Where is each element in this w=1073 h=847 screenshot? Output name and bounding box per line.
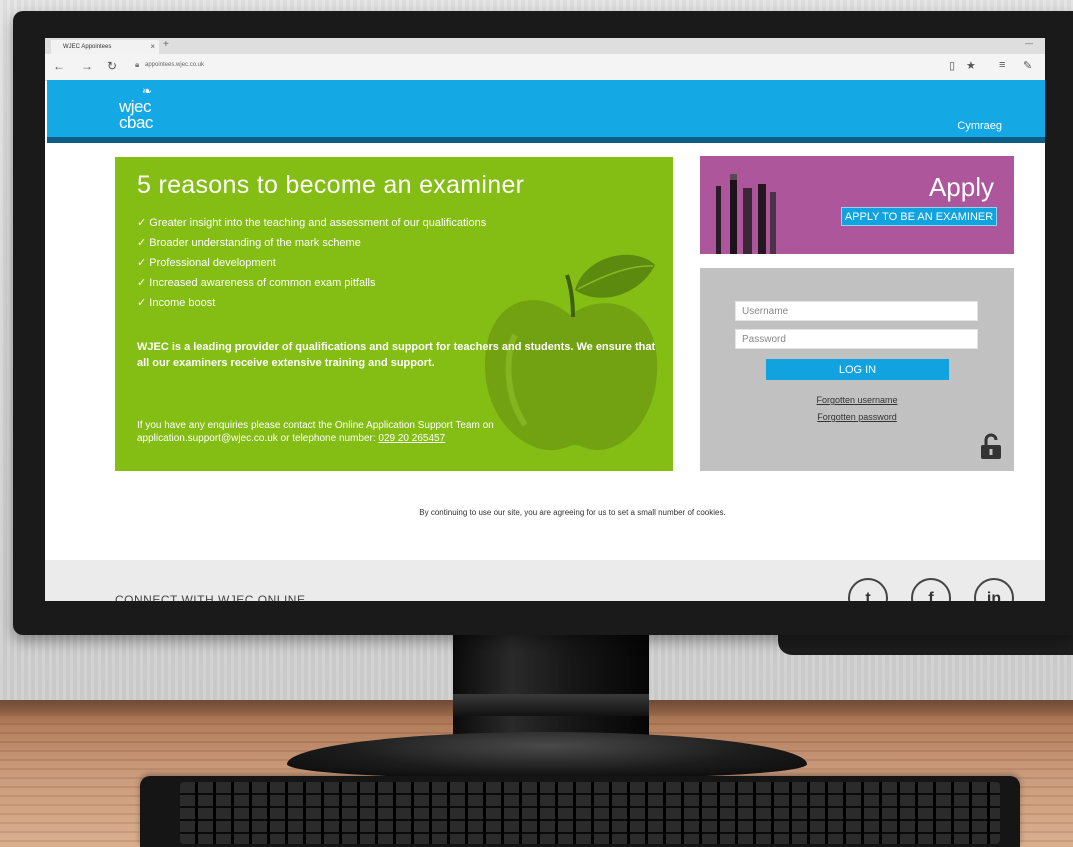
examiner-promo-panel: 5 reasons to become an examiner ✓ Greate… — [115, 157, 673, 471]
tab-close-icon[interactable]: × — [150, 42, 155, 51]
phone-link[interactable]: 029 20 265457 — [378, 433, 445, 444]
apply-examiner-button[interactable]: APPLY TO BE AN EXAMINER — [841, 207, 997, 226]
site-header: ❧ wjec cbac Cymraeg — [47, 80, 1045, 137]
refresh-icon[interactable]: ↻ — [107, 59, 117, 73]
forgot-username-row: Forgotten username — [700, 395, 1014, 405]
keyboard — [140, 776, 1020, 847]
pens-image — [716, 174, 776, 254]
promo-title: 5 reasons to become an examiner — [137, 171, 525, 199]
favorite-star-icon[interactable]: ★ — [966, 59, 976, 72]
header-stripe — [47, 137, 1045, 143]
facebook-icon[interactable]: f — [911, 578, 951, 601]
apply-title: Apply — [928, 172, 994, 202]
new-tab-icon[interactable]: + — [163, 39, 169, 50]
minimize-icon[interactable]: — — [1025, 39, 1033, 48]
lock-icon: 🔒︎ — [135, 60, 140, 69]
username-input[interactable] — [735, 301, 978, 321]
apply-panel: Apply APPLY TO BE AN EXAMINER — [700, 156, 1014, 254]
forward-icon[interactable]: → — [81, 59, 93, 73]
address-bar: ← → ↻ 🔒︎ appointees.wjec.co.uk ▯ ★ ≡ ✎ — [45, 54, 1045, 81]
hub-icon[interactable]: ≡ — [999, 59, 1005, 71]
forgot-password-row: Forgotten password — [700, 412, 1014, 422]
monitor-screen: WJEC Appointees × + — ← → ↻ 🔒︎ appointee… — [45, 38, 1045, 601]
twitter-icon[interactable]: t — [848, 578, 888, 601]
wjec-logo[interactable]: ❧ wjec cbac — [119, 84, 153, 132]
cookie-notice: By continuing to use our site, you are a… — [419, 508, 726, 517]
logo-text-cbac: cbac — [119, 113, 153, 132]
padlock-icon — [981, 433, 1001, 459]
site-footer: CONNECT WITH WJEC ONLINE t f in — [45, 560, 1045, 601]
login-button[interactable]: LOG IN — [766, 359, 949, 380]
password-input[interactable] — [735, 329, 978, 349]
tab-title: WJEC Appointees — [63, 44, 112, 50]
promo-intro: WJEC is a leading provider of qualificat… — [137, 341, 656, 369]
forgot-username-link[interactable]: Forgotten username — [816, 395, 897, 405]
reason-item: ✓ Greater insight into the teaching and … — [137, 217, 487, 229]
reason-item: ✓ Professional development — [137, 257, 276, 269]
reading-view-icon[interactable]: ▯ — [949, 59, 955, 72]
notes-icon[interactable]: ✎ — [1023, 59, 1032, 72]
keyboard-keys — [180, 782, 1000, 844]
url-field[interactable]: appointees.wjec.co.uk — [145, 62, 204, 68]
enquiry-text: If you have any enquiries please contact… — [137, 419, 557, 445]
browser-tab[interactable]: WJEC Appointees × — [51, 40, 159, 54]
monitor-stand-neck — [453, 634, 649, 742]
reason-item: ✓ Income boost — [137, 297, 216, 309]
browser-tab-bar: WJEC Appointees × + — — [45, 38, 1045, 54]
welsh-language-link[interactable]: Cymraeg — [957, 120, 1002, 132]
linkedin-icon[interactable]: in — [974, 578, 1014, 601]
back-icon[interactable]: ← — [53, 59, 65, 73]
reasons-list: ✓ Greater insight into the teaching and … — [137, 213, 486, 313]
forgot-password-link[interactable]: Forgotten password — [817, 412, 897, 422]
reason-item: ✓ Broader understanding of the mark sche… — [137, 237, 361, 249]
reason-item: ✓ Increased awareness of common exam pit… — [137, 277, 376, 289]
logo-leaf-icon: ❧ — [142, 84, 152, 98]
connect-label: CONNECT WITH WJEC ONLINE — [115, 593, 306, 601]
login-panel: LOG IN Forgotten username Forgotten pass… — [700, 268, 1014, 471]
